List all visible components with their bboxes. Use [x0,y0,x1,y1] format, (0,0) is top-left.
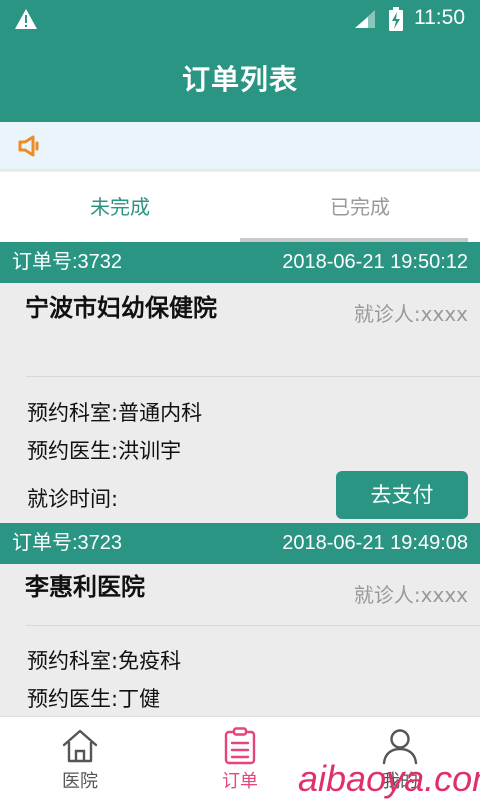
order-number: 订单号:3723 [12,532,123,554]
nav-item-order[interactable]: 订单 [160,717,320,800]
order-date: 2018-06-21 19:49:08 [282,532,468,554]
divider [26,625,480,626]
order-card[interactable]: 订单号:3732 2018-06-21 19:50:12 宁波市妇幼保健院 就诊… [0,242,480,521]
hospital-name: 李惠利医院 [25,573,145,601]
order-header: 订单号:3732 2018-06-21 19:50:12 [0,242,480,283]
page-title: 订单列表 [181,63,298,96]
tab-incomplete[interactable]: 未完成 [0,172,240,242]
order-date: 2018-06-21 19:50:12 [282,251,468,273]
order-tabs: 未完成 已完成 [0,172,480,242]
nav-label-order: 订单 [222,771,258,792]
department-label: 预约科室:免疫科 [27,649,182,673]
tab-completed[interactable]: 已完成 [240,172,480,242]
divider [26,376,480,377]
patient-label: 就诊人:xxxx [353,583,468,607]
status-bar: 11:50 [0,0,480,38]
nav-item-hospital[interactable]: 医院 [0,717,160,800]
department-label: 预约科室:普通内科 [27,401,203,425]
visit-time-label: 就诊时间: [27,487,119,511]
status-time: 11:50 [414,6,465,29]
pay-button[interactable]: 去支付 [336,471,468,519]
patient-label: 就诊人:xxxx [353,302,468,326]
order-card[interactable]: 订单号:3723 2018-06-21 19:49:08 李惠利医院 就诊人:x… [0,523,480,716]
clipboard-icon [221,727,259,769]
watermark: aibaoya.com [298,758,480,799]
order-header: 订单号:3723 2018-06-21 19:49:08 [0,523,480,564]
battery-charging-icon [388,7,404,35]
speaker-icon [17,134,45,162]
notice-bar [0,122,480,170]
doctor-label: 预约医生:洪训宇 [27,439,182,463]
order-number: 订单号:3732 [12,251,123,273]
signal-icon [354,9,376,33]
app-bar: 订单列表 [0,38,480,122]
doctor-label: 预约医生:丁健 [27,687,161,711]
warning-icon [14,8,38,34]
nav-label-hospital: 医院 [62,771,98,792]
home-icon [61,727,99,769]
hospital-name: 宁波市妇幼保健院 [25,294,217,322]
